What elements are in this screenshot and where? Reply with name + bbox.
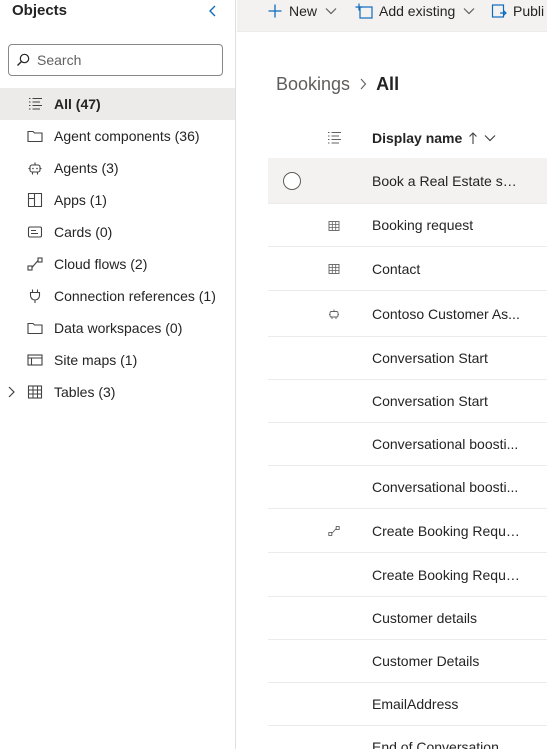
row-display-name: Create Booking Request: [372, 522, 524, 539]
bot-icon: [27, 160, 43, 176]
objects-item-cloud-flows[interactable]: Cloud flows (2): [0, 248, 235, 280]
row-display-name: Conversation Start: [372, 393, 488, 409]
objects-item-label: All (47): [54, 96, 101, 112]
objects-panel-title: Objects: [12, 2, 68, 19]
objects-item-label: Cloud flows (2): [54, 256, 148, 272]
folder-icon: [27, 128, 43, 144]
row-type-header-icon[interactable]: [326, 130, 342, 146]
objects-item-label: Apps (1): [54, 192, 107, 208]
table-icon: [326, 261, 342, 277]
table-row[interactable]: End of Conversation: [268, 726, 547, 749]
grid-header: Display name: [268, 118, 547, 158]
table-row[interactable]: Conversation Start: [268, 337, 547, 380]
add-existing-button[interactable]: Add existing: [355, 0, 475, 22]
row-display-name: Contoso Customer As...: [372, 305, 520, 322]
row-display-name: Conversational boosti...: [372, 479, 519, 495]
plus-icon: [267, 3, 283, 19]
chevron-down-icon: [484, 134, 496, 142]
objects-item-label: Data workspaces (0): [54, 320, 183, 336]
list-icon: [27, 96, 43, 112]
chevron-right-icon[interactable]: [4, 385, 18, 399]
row-display-name: Contact: [372, 260, 421, 277]
publish-button[interactable]: Publi: [491, 0, 544, 22]
table-icon: [27, 384, 43, 400]
plug-icon: [27, 288, 43, 304]
objects-item-label: Agents (3): [54, 160, 119, 176]
objects-list: All (47) Agent components (36) Agents (3…: [0, 88, 235, 408]
table-row[interactable]: Booking request: [268, 204, 547, 247]
sort-ascending-icon: [468, 131, 478, 145]
row-display-name: Conversational boosti...: [372, 436, 519, 452]
objects-item-apps[interactable]: Apps (1): [0, 184, 235, 216]
row-display-name: EmailAddress: [372, 696, 459, 712]
flow-icon: [27, 256, 43, 272]
objects-item-label: Connection references (1): [54, 288, 216, 304]
table-row[interactable]: Contoso Customer As...: [268, 291, 547, 337]
table-row[interactable]: Book a Real Estate sho...: [268, 158, 547, 204]
folder-icon: [27, 320, 43, 336]
display-name-header-label: Display name: [372, 130, 463, 146]
objects-item-agents[interactable]: Agents (3): [0, 152, 235, 184]
objects-panel: Objects All (47) Agent components (36): [0, 0, 236, 749]
objects-item-label: Cards (0): [54, 224, 113, 240]
table-row[interactable]: Customer details: [268, 597, 547, 640]
chevron-down-icon: [463, 7, 475, 15]
row-display-name: End of Conversation: [372, 739, 499, 749]
chevron-right-icon: [359, 78, 367, 90]
objects-item-label: Agent components (36): [54, 128, 200, 144]
table-row[interactable]: Conversational boosti...: [268, 423, 547, 466]
table-row[interactable]: Conversational boosti...: [268, 466, 547, 509]
command-bar: New Add existing Publi: [237, 0, 547, 32]
table-row[interactable]: Contact: [268, 247, 547, 291]
row-select-radio[interactable]: [283, 172, 301, 190]
row-display-name: Book a Real Estate sho...: [372, 172, 524, 189]
breadcrumb-root-link[interactable]: Bookings: [276, 74, 350, 95]
sitemap-icon: [27, 352, 43, 368]
objects-item-site-maps[interactable]: Site maps (1): [0, 344, 235, 376]
add-existing-button-label: Add existing: [379, 3, 456, 19]
table-row[interactable]: Conversation Start: [268, 380, 547, 423]
new-button[interactable]: New: [267, 0, 337, 22]
search-input[interactable]: [37, 52, 207, 68]
row-display-name: Create Booking Request: [372, 566, 524, 583]
new-button-label: New: [289, 3, 318, 19]
collapse-panel-button[interactable]: [202, 0, 224, 22]
objects-item-all[interactable]: All (47): [0, 88, 235, 120]
grid-rows: Book a Real Estate sho... Booking request…: [268, 158, 547, 749]
table-row[interactable]: Create Booking Request: [268, 509, 547, 553]
objects-item-data-workspaces[interactable]: Data workspaces (0): [0, 312, 235, 344]
search-icon: [9, 45, 37, 75]
row-display-name: Conversation Start: [372, 350, 488, 366]
table-row[interactable]: Create Booking Request: [268, 553, 547, 597]
breadcrumb-current: All: [376, 73, 400, 94]
objects-grid: Display name Book a Real Estate sho... Bo…: [268, 118, 547, 749]
objects-item-agent-components[interactable]: Agent components (36): [0, 120, 235, 152]
objects-item-connection-references[interactable]: Connection references (1): [0, 280, 235, 312]
add-existing-icon: [355, 3, 373, 19]
bot-icon: [326, 306, 342, 322]
apps-icon: [27, 192, 43, 208]
objects-item-cards[interactable]: Cards (0): [0, 216, 235, 248]
publish-button-label: Publi: [513, 3, 545, 19]
table-row[interactable]: Customer Details: [268, 640, 547, 683]
objects-item-tables[interactable]: Tables (3): [0, 376, 235, 408]
objects-search-box[interactable]: [8, 44, 223, 76]
breadcrumb: Bookings All: [276, 72, 399, 96]
row-display-name: Customer Details: [372, 653, 480, 669]
objects-item-label: Site maps (1): [54, 352, 138, 368]
objects-item-label: Tables (3): [54, 384, 116, 400]
row-display-name: Booking request: [372, 217, 474, 233]
flow-icon: [326, 523, 342, 539]
card-icon: [27, 224, 43, 240]
row-display-name: Customer details: [372, 610, 478, 626]
chevron-left-icon: [209, 5, 216, 17]
objects-panel-header: Objects: [12, 0, 230, 24]
display-name-column-header[interactable]: Display name: [372, 130, 496, 146]
publish-icon: [491, 3, 507, 19]
table-icon: [326, 218, 342, 234]
table-row[interactable]: EmailAddress: [268, 683, 547, 726]
chevron-down-icon: [325, 7, 337, 15]
